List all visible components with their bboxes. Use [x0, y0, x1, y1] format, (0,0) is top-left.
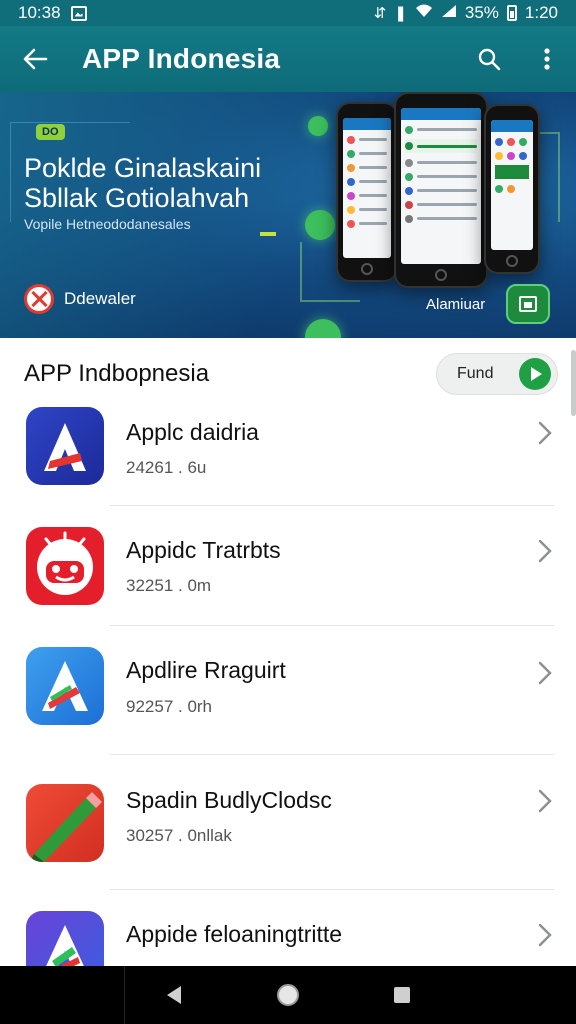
battery-percent: 35% — [464, 3, 499, 22]
divider — [110, 889, 554, 890]
banner-subtitle: Vopile Hetneododanesales — [24, 216, 191, 232]
search-icon[interactable] — [460, 26, 518, 92]
app-face-icon-red — [26, 527, 104, 605]
nav-separator — [124, 966, 125, 1024]
leaf-bubble-icon — [308, 116, 328, 136]
divider — [110, 754, 554, 755]
app-pen-icon-red — [26, 784, 104, 862]
chevron-right-icon — [534, 920, 556, 950]
list-item[interactable]: Applc daidria 24261 . 6u — [0, 400, 576, 518]
banner-headline-1: Poklde Ginalaskaini — [24, 153, 262, 183]
play-icon — [519, 358, 551, 390]
battery-icon — [506, 5, 517, 21]
banner-brand: Ddewaler — [24, 284, 136, 314]
image-file-icon — [519, 296, 537, 312]
app-name: Appide feloaningtritte — [126, 921, 343, 947]
app-meta: 30257 . 0nllak — [126, 826, 232, 845]
banner-cta-button[interactable] — [506, 284, 550, 324]
home-circle-icon[interactable] — [248, 966, 328, 1024]
phone-mockup-right — [484, 104, 540, 274]
wifi-icon — [415, 3, 433, 23]
back-triangle-icon[interactable] — [134, 966, 214, 1024]
banner-dash — [260, 232, 276, 236]
app-title: APP Indonesia — [82, 43, 281, 74]
chevron-right-icon — [534, 418, 556, 448]
recents-square-icon[interactable] — [362, 966, 442, 1024]
gallery-notification-icon — [70, 5, 87, 21]
app-a-icon-purple — [26, 911, 104, 966]
back-arrow-icon[interactable] — [0, 26, 70, 92]
navigation-bar — [0, 966, 576, 1024]
more-vert-icon[interactable] — [518, 26, 576, 92]
app-a-icon-blue — [26, 407, 104, 485]
list-item[interactable]: Spadin BudlyClodsc 30257 . 0nllak — [0, 774, 576, 892]
app-name: Apdlire Rraguirt — [126, 657, 286, 683]
app-meta: 92257 . 0rh — [126, 697, 213, 716]
status-bar: 10:38 ⇵ ❚ 35% 1:20 — [0, 0, 576, 26]
chevron-right-icon — [534, 786, 556, 816]
app-meta: 24261 . 6u — [126, 458, 207, 477]
phone-mockup-center — [394, 92, 488, 288]
phone-mockup-left — [336, 102, 398, 282]
app-name: Appidc Tratrbts — [126, 537, 281, 563]
app-name: Applc daidria — [126, 419, 259, 445]
list-item[interactable]: Appide feloaningtritte — [0, 908, 576, 966]
sync-icon: ⇵ — [373, 5, 387, 22]
section-title: APP Indbopnesia — [24, 360, 210, 387]
banner-tag: DO — [36, 124, 65, 140]
app-bar: APP Indonesia — [0, 26, 576, 92]
banner-headline-2: Sbllak Gotiolahvah — [24, 183, 250, 213]
list-item[interactable]: Apdlire Rraguirt 92257 . 0rh — [0, 644, 576, 762]
chevron-right-icon — [534, 536, 556, 566]
list-item[interactable]: Appidc Tratrbts 32251 . 0m — [0, 518, 576, 636]
banner-cta-label: Alamiuar — [426, 296, 486, 313]
fund-button[interactable]: Fund — [436, 353, 558, 395]
divider — [110, 505, 554, 506]
signal-icon — [441, 3, 457, 23]
app-meta: 32251 . 0m — [126, 576, 212, 595]
status-clock-right: 1:20 — [524, 3, 558, 22]
divider — [110, 625, 554, 626]
chevron-right-icon — [534, 658, 556, 688]
brand-name: Ddewaler — [64, 289, 136, 308]
brand-logo-icon — [24, 284, 54, 314]
section-header: APP Indbopnesia Fund — [0, 338, 576, 408]
chat-bubble-icon — [305, 210, 335, 240]
app-a-icon-lightblue — [26, 647, 104, 725]
app-name: Spadin BudlyClodsc — [126, 787, 332, 813]
promo-banner[interactable]: DO Poklde Ginalaskaini Sbllak Gotiolahva… — [0, 92, 576, 338]
status-time: 10:38 — [18, 3, 61, 22]
fund-button-label: Fund — [457, 365, 494, 382]
vibrate-icon: ❚ — [394, 5, 407, 22]
